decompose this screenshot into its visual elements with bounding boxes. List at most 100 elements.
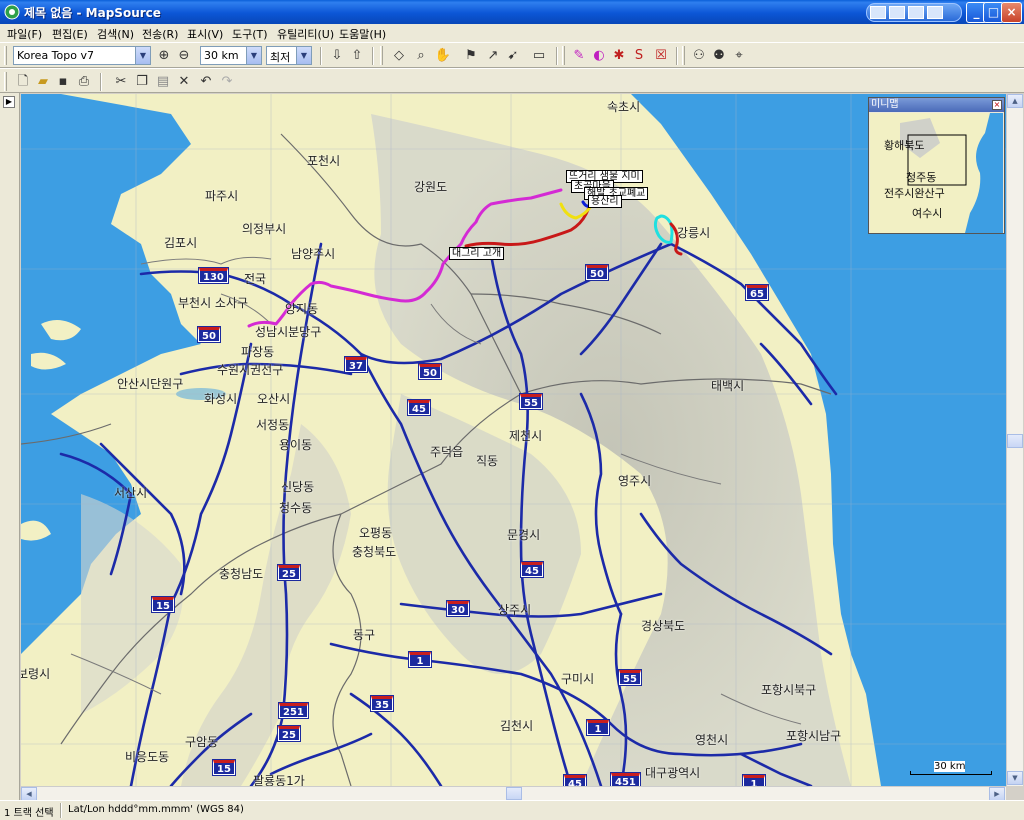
map-place-label: 의정부시 [242,222,287,236]
waypoint-label[interactable]: 용산리 [588,195,622,208]
toolbar-grip[interactable] [682,46,685,65]
zoom-in-icon[interactable]: ⊕ [155,47,173,65]
menu-search[interactable]: 검색(N) [97,26,134,42]
standard-toolbar: 🗋 ▰ ▪ ⎙ ✂ ❐ ▤ ✕ ↶ ↷ [0,68,1024,93]
toolbar-grip[interactable] [4,72,7,91]
track-edit-icon[interactable]: ☒ [652,47,670,65]
binoculars-find-icon[interactable]: ⚇ [690,47,708,65]
send-to-device-icon[interactable]: ⇧ [348,47,366,65]
map-place-label: 팔룡동1가 [253,774,305,786]
scroll-right-icon[interactable]: ▶ [989,787,1005,801]
toolbar-grip[interactable] [380,46,383,65]
cut-scissors-icon[interactable]: ✂ [112,73,130,91]
minimap-place-label: 청주동 [906,171,937,184]
menu-file[interactable]: 파일(F) [7,26,42,42]
map-place-label: 오산시 [257,392,291,406]
waypoint-flag-icon[interactable]: ⚑ [462,47,480,65]
map-place-label: 포항시북구 [761,683,817,697]
highway-shield: 15 [212,759,236,776]
new-route-icon[interactable]: ◐ [590,47,608,65]
expand-panel-icon[interactable]: ▶ [3,96,15,108]
print-icon[interactable]: ⎙ [75,73,93,91]
map-place-label: 대구광역시 [645,766,701,780]
menu-help[interactable]: 도움말(H) [339,26,386,42]
map-place-label: 강원도 [414,180,448,194]
open-folder-icon[interactable]: ▰ [34,73,52,91]
nvidia-icon[interactable] [870,6,886,19]
route-tool-icon[interactable]: ↗ [484,47,502,65]
find-places-icon[interactable]: ⚉ [710,47,728,65]
chevron-down-icon[interactable]: ▼ [246,47,261,64]
map-place-label: 영주시 [618,474,652,488]
close-icon[interactable]: × [992,100,1002,110]
save-disk-icon[interactable]: ▪ [54,73,72,91]
waypoint-label[interactable]: 대그리 고개 [449,247,505,260]
track-filter-icon[interactable]: ✱ [610,47,628,65]
paste-icon[interactable]: ▤ [154,73,172,91]
toolbar-separator [372,47,374,65]
toolbar-grip[interactable] [4,46,7,65]
highway-shield: 130 [198,267,229,284]
toolbar-grip[interactable] [562,46,565,65]
map-place-label: 구암동 [185,735,219,749]
highway-shield: 37 [344,356,368,373]
copy-icon[interactable]: ❐ [133,73,151,91]
scroll-left-icon[interactable]: ◀ [21,787,37,801]
highway-shield: 15 [151,596,175,613]
nvidia-taskbar-widget[interactable] [866,3,962,37]
zoom-out-icon[interactable]: ⊖ [175,47,193,65]
map-place-label: 파주시 [205,189,239,203]
detail-level-select[interactable]: 최저 ▼ [266,46,312,65]
new-waypoint-icon[interactable]: ✎ [570,47,588,65]
zoom-scale-select[interactable]: 30 km ▼ [200,46,262,65]
widget-button-icon[interactable] [908,6,924,19]
minimap-view[interactable]: 황해북도 청주동 전주시완산구 여수시 [870,113,1003,233]
undo-icon[interactable]: ↶ [197,73,215,91]
map-place-label: 김천시 [500,719,534,733]
vertical-scroll-thumb[interactable] [1007,434,1023,448]
measure-ruler-icon[interactable]: ▭ [530,47,548,65]
chevron-down-icon[interactable]: ▼ [135,47,150,64]
zoom-tool-icon[interactable]: ⌕ [412,47,430,65]
new-document-icon[interactable]: 🗋 [14,73,32,91]
scroll-up-icon[interactable]: ▲ [1007,94,1023,108]
status-bar: 1 트랙 선택 Lat/Lon hddd°mm.mmm' (WGS 84) [0,800,1024,820]
menu-bar: 파일(F) 편집(E) 검색(N) 전송(R) 표시(V) 도구(T) 유틸리티… [0,24,1024,42]
close-button[interactable]: × [1001,2,1022,23]
widget-button-icon[interactable] [889,6,905,19]
pointer-arrow-icon[interactable]: ➹ [504,47,522,65]
horizontal-scrollbar[interactable]: ◀ ▶ [21,786,1006,801]
find-nearest-icon[interactable]: ⌖ [730,47,748,65]
pan-hand-icon[interactable]: ✋ [434,47,452,65]
scale-line [910,771,992,775]
menu-edit[interactable]: 편집(E) [52,26,88,42]
highway-shield: 55 [618,669,642,686]
highway-shield: 30 [446,600,470,617]
toolbar-separator [100,73,102,91]
menu-transfer[interactable]: 전송(R) [142,26,178,42]
map-place-label: 김포시 [164,236,198,250]
menu-tools[interactable]: 도구(T) [232,26,268,42]
minimap-title: 미니맵 [869,98,1004,112]
selection-tool-icon[interactable]: ◇ [390,47,408,65]
minimap-place-label: 황해북도 [884,139,925,152]
receive-from-device-icon[interactable]: ⇩ [328,47,346,65]
delete-x-icon[interactable]: ✕ [175,73,193,91]
vertical-scrollbar[interactable]: ▲ ▼ [1006,94,1023,786]
horizontal-scroll-thumb[interactable] [506,787,522,800]
map-product-select[interactable]: Korea Topo v7 ▼ [13,46,151,65]
menu-view[interactable]: 표시(V) [187,26,223,42]
menu-utilities[interactable]: 유틸리티(U) [277,26,334,42]
scroll-down-icon[interactable]: ▼ [1007,771,1023,785]
highway-shield: 25 [277,564,301,581]
minimap-panel[interactable]: 미니맵 × 황해북도 청주동 전주시완산구 여수시 [868,97,1005,234]
widget-button-icon[interactable] [927,6,943,19]
chevron-down-icon[interactable]: ▼ [296,47,311,64]
redo-icon[interactable]: ↷ [218,73,236,91]
highway-shield: 45 [563,774,587,786]
track-draw-icon[interactable]: S [630,47,648,65]
map-place-label: 신당동 [281,480,315,494]
mapsource-window: 제목 없음 - MapSource _ □ × 파일(F) 편집(E) 검색(N… [0,0,1024,820]
map-canvas[interactable]: 속초시 포천시 강원도 파주시 의정부시 김포시 남양주시 강릉시 전국 부천시 소사구 양지동 성남… [21,94,1006,786]
detail-level-value: 최저 [270,51,291,64]
